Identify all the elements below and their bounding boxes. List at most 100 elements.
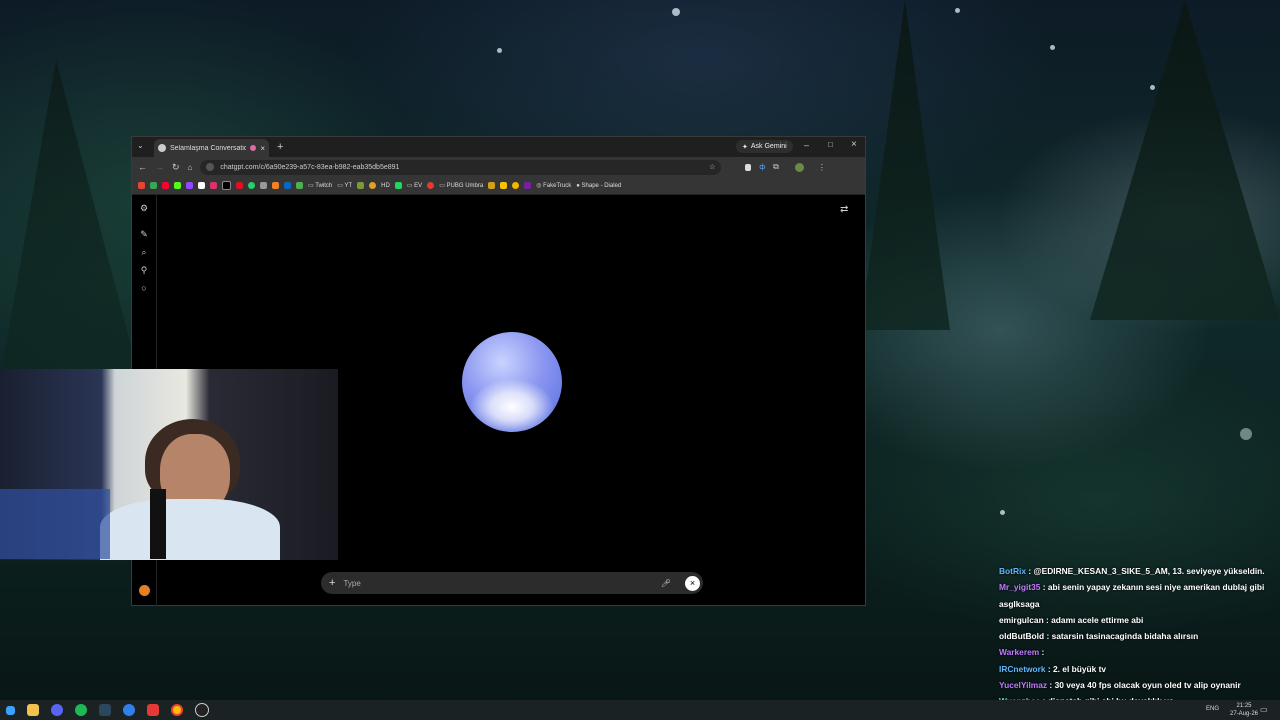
- chat-separator: :: [1047, 680, 1055, 691]
- site-info-icon[interactable]: [206, 163, 215, 171]
- tab-active[interactable]: Selamlaşma Conversation ×: [154, 139, 269, 157]
- notification-icon[interactable]: ▭: [1260, 705, 1268, 714]
- chat-separator: :: [1040, 582, 1048, 593]
- gemini-icon: ✦: [742, 143, 748, 151]
- microphone: [150, 489, 166, 559]
- bookmark-star-icon[interactable]: ☆: [709, 163, 715, 171]
- twitch-bookmark-icon[interactable]: [186, 182, 193, 189]
- chat-username[interactable]: BotRix: [999, 566, 1026, 576]
- close-tab-icon[interactable]: ×: [260, 144, 265, 153]
- gmail-bookmark-icon[interactable]: [138, 182, 145, 189]
- bookmark-icon[interactable]: [394, 182, 402, 189]
- instagram-bookmark-icon[interactable]: [210, 182, 217, 189]
- bookmark-icon[interactable]: [357, 182, 365, 189]
- profile-avatar[interactable]: [794, 162, 804, 172]
- audio-recording-icon: [250, 145, 257, 151]
- bookmark-icon[interactable]: [512, 182, 520, 189]
- extension-icon[interactable]: ф: [759, 164, 765, 171]
- openai-logo-icon[interactable]: ⚙: [139, 203, 149, 213]
- bookmark-folder-yt[interactable]: ▭ YT: [337, 182, 352, 189]
- chat-username[interactable]: Warkerem: [999, 647, 1039, 657]
- menu-kebab-icon[interactable]: ⋮: [818, 163, 826, 172]
- chat-separator: :: [1039, 647, 1045, 658]
- whatsapp-bookmark-icon[interactable]: [248, 182, 255, 189]
- chat-bubble-icon[interactable]: ○: [139, 283, 149, 293]
- maximize-button[interactable]: □: [828, 140, 833, 149]
- maps-bookmark-icon[interactable]: [150, 182, 157, 189]
- bookmark-icon[interactable]: [198, 182, 205, 189]
- chat-text: 2. el büyük tv: [1053, 663, 1107, 674]
- end-voice-button[interactable]: ×: [685, 575, 700, 591]
- close-window-button[interactable]: ×: [851, 139, 857, 150]
- bookmark-folder-ev[interactable]: ▭ EV: [407, 182, 422, 189]
- extensions-puzzle-icon[interactable]: ⧉: [773, 162, 779, 172]
- obs-icon[interactable]: [195, 703, 209, 717]
- type-input[interactable]: Type: [343, 579, 660, 588]
- bookmark-faketruck[interactable]: ◎ FakeTruck: [536, 182, 571, 189]
- youtube-bookmark-icon[interactable]: [162, 182, 169, 189]
- mute-mic-icon[interactable]: 🎤︎: [661, 579, 671, 588]
- chat-username[interactable]: Mr_yigit35: [999, 582, 1040, 592]
- add-attachment-icon[interactable]: +: [329, 577, 335, 589]
- pin-icon[interactable]: ⚲: [139, 265, 149, 275]
- file-explorer-icon[interactable]: [27, 704, 39, 716]
- bookmark-shape-dialed[interactable]: ● Shape - Dialed: [576, 183, 621, 189]
- discord-icon[interactable]: [51, 704, 63, 716]
- bookmark-icon[interactable]: [427, 182, 435, 189]
- new-chat-icon[interactable]: ✎: [139, 229, 149, 239]
- chat-username[interactable]: oldButBold: [999, 631, 1044, 641]
- forward-icon[interactable]: →: [155, 162, 164, 172]
- url-bar[interactable]: chatgpt.com/c/6a90e239-a57c-83ea-b982-ea…: [200, 159, 722, 175]
- spotify-icon[interactable]: [75, 704, 87, 716]
- bookmark-pubg-umbra[interactable]: ▭ PUBG Umbra: [439, 182, 483, 189]
- chat-message: BotRix : @EDIRNE_KESAN_3_SIKE_5_AM, 13. …: [999, 563, 1280, 579]
- streamer-shirt: [100, 499, 280, 560]
- new-tab-button[interactable]: +: [277, 141, 283, 153]
- chat-message: YucelYilmaz : 30 veya 40 fps olacak oyun…: [999, 677, 1280, 693]
- trophy-bookmark-icon[interactable]: [488, 182, 496, 189]
- linkedin-bookmark-icon[interactable]: [284, 182, 291, 189]
- bookmark-label: YT: [344, 183, 353, 189]
- ask-gemini-label: Ask Gemini: [750, 143, 787, 150]
- bookmark-icon[interactable]: [524, 182, 532, 189]
- webcam-overlay: [0, 369, 338, 560]
- chrome-icon[interactable]: [171, 704, 183, 716]
- bookmark-label: PUBG Umbra: [446, 183, 484, 189]
- snowflake: [672, 8, 680, 16]
- reload-icon[interactable]: ↻: [172, 162, 180, 173]
- chat-username[interactable]: IRCnetwork: [999, 664, 1046, 674]
- kick-bookmark-icon[interactable]: [174, 182, 181, 189]
- extension-icon[interactable]: [745, 163, 752, 171]
- bookmark-icon[interactable]: [272, 182, 279, 189]
- bookmark-icon[interactable]: [260, 182, 267, 189]
- bookmark-label: FakeTruck: [543, 183, 572, 189]
- home-icon[interactable]: ⌂: [188, 163, 193, 172]
- app-icon[interactable]: [147, 704, 159, 716]
- minimize-button[interactable]: –: [804, 140, 809, 150]
- back-icon[interactable]: ←: [138, 162, 147, 172]
- bookmark-label: EV: [414, 183, 423, 189]
- steam-icon[interactable]: [99, 704, 111, 716]
- bookmark-icon[interactable]: [296, 182, 303, 189]
- chat-username[interactable]: YucelYilmaz: [999, 680, 1047, 690]
- chat-message: emirgulcan : adamı acele ettirme abi: [999, 612, 1280, 628]
- bookmark-folder-twitch[interactable]: ▭ Twitch: [308, 182, 332, 189]
- clock[interactable]: 21:25 27-Aug-26: [1230, 702, 1258, 718]
- bookmark-icon[interactable]: [369, 182, 377, 189]
- tab-bar: ⌄ Selamlaşma Conversation × + ✦ Ask Gemin…: [132, 137, 865, 157]
- x-bookmark-icon[interactable]: [222, 181, 231, 190]
- voice-settings-icon[interactable]: ⇄: [840, 204, 848, 215]
- bookmark-icon[interactable]: [500, 182, 508, 189]
- chatgpt-favicon-icon: [158, 144, 166, 152]
- windows-start-icon[interactable]: [6, 705, 15, 715]
- ask-gemini-button[interactable]: ✦ Ask Gemini: [736, 140, 793, 153]
- app-icon[interactable]: [123, 704, 135, 716]
- language-indicator[interactable]: ENG: [1206, 706, 1219, 712]
- tab-list-icon[interactable]: ⌄: [137, 141, 144, 150]
- tumblr-bookmark-icon[interactable]: [236, 182, 243, 189]
- search-icon[interactable]: ⌕: [139, 247, 149, 257]
- user-avatar[interactable]: [139, 585, 150, 596]
- bookmark-hd[interactable]: HD: [381, 183, 390, 189]
- chat-username[interactable]: emirgulcan: [999, 615, 1044, 625]
- url-text: chatgpt.com/c/6a90e239-a57c-83ea-b982-ea…: [220, 163, 400, 171]
